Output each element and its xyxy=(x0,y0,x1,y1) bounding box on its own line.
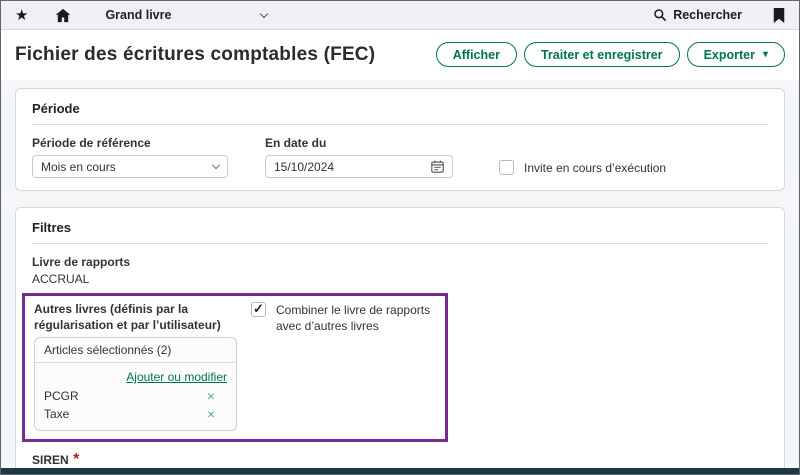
top-bar: ★ Grand livre Rechercher xyxy=(1,1,799,30)
search-label: Rechercher xyxy=(673,8,742,22)
app-window: ★ Grand livre Rechercher Fichier des écr… xyxy=(0,0,800,475)
chevron-down-icon xyxy=(212,161,220,169)
favorite-star-icon[interactable]: ★ xyxy=(15,8,28,23)
periode-reference-value: Mois en cours xyxy=(41,160,116,174)
combiner-checkbox-label: Combiner le livre de rapports avec d’aut… xyxy=(276,302,436,334)
siren-label: SIREN xyxy=(32,453,69,467)
selected-items-header: Articles sélectionnés (2) xyxy=(35,338,236,363)
autres-livres-highlight-box: Autres livres (définis par la régularisa… xyxy=(22,293,448,442)
invite-checkbox-row[interactable]: Invite en cours d’exécution xyxy=(499,160,666,176)
en-date-du-label: En date du xyxy=(265,136,453,150)
periode-reference-select[interactable]: Mois en cours xyxy=(32,155,228,178)
remove-item-icon[interactable]: × xyxy=(207,407,215,421)
livre-de-rapports-label: Livre de rapports xyxy=(32,255,768,269)
search-icon xyxy=(653,8,667,22)
en-date-du-value: 15/10/2024 xyxy=(274,160,334,174)
periode-reference-field: Période de référence Mois en cours xyxy=(32,136,228,178)
home-icon[interactable] xyxy=(55,8,71,23)
caret-down-icon: ▾ xyxy=(763,50,768,60)
selected-item-label: Taxe xyxy=(44,407,69,421)
selected-items-box: Articles sélectionnés (2) Ajouter ou mod… xyxy=(34,337,237,431)
chevron-down-icon xyxy=(260,9,268,17)
module-dropdown[interactable]: Grand livre xyxy=(105,8,267,22)
livre-de-rapports-value: ACCRUAL xyxy=(32,272,768,286)
en-date-du-field: En date du 15/10/2024 xyxy=(265,136,453,178)
traiter-enregistrer-button[interactable]: Traiter et enregistrer xyxy=(524,42,680,67)
selected-item-row: PCGR × xyxy=(44,387,227,405)
selected-item-label: PCGR xyxy=(44,389,79,403)
periode-reference-label: Période de référence xyxy=(32,136,228,150)
selected-item-row: Taxe × xyxy=(44,405,227,423)
module-dropdown-label: Grand livre xyxy=(105,8,171,22)
page-title: Fichier des écritures comptables (FEC) xyxy=(15,44,375,66)
exporter-button[interactable]: Exporter ▾ xyxy=(687,42,785,67)
ajouter-ou-modifier-link[interactable]: Ajouter ou modifier xyxy=(126,370,227,384)
filtres-heading: Filtres xyxy=(32,216,768,244)
required-asterisk: * xyxy=(73,451,79,468)
bookmark-icon[interactable] xyxy=(773,8,785,23)
afficher-button[interactable]: Afficher xyxy=(436,42,517,67)
filtres-panel: Filtres Livre de rapports ACCRUAL Autres… xyxy=(15,207,785,475)
autres-livres-label: Autres livres (définis par la régularisa… xyxy=(34,301,237,333)
invite-checkbox-label: Invite en cours d’exécution xyxy=(524,160,666,176)
en-date-du-input[interactable]: 15/10/2024 xyxy=(265,155,453,178)
header-actions: Afficher Traiter et enregistrer Exporter… xyxy=(436,42,785,67)
bottom-bar xyxy=(1,468,799,474)
invite-checkbox[interactable] xyxy=(499,160,514,175)
periode-heading: Période xyxy=(32,97,768,125)
combiner-checkbox-row[interactable]: Combiner le livre de rapports avec d’aut… xyxy=(251,302,436,334)
remove-item-icon[interactable]: × xyxy=(207,389,215,403)
periode-panel: Période Période de référence Mois en cou… xyxy=(15,88,785,191)
search-button[interactable]: Rechercher xyxy=(653,8,742,22)
page-header: Fichier des écritures comptables (FEC) A… xyxy=(1,30,799,80)
calendar-icon[interactable] xyxy=(431,160,444,173)
combiner-checkbox[interactable] xyxy=(251,302,266,317)
